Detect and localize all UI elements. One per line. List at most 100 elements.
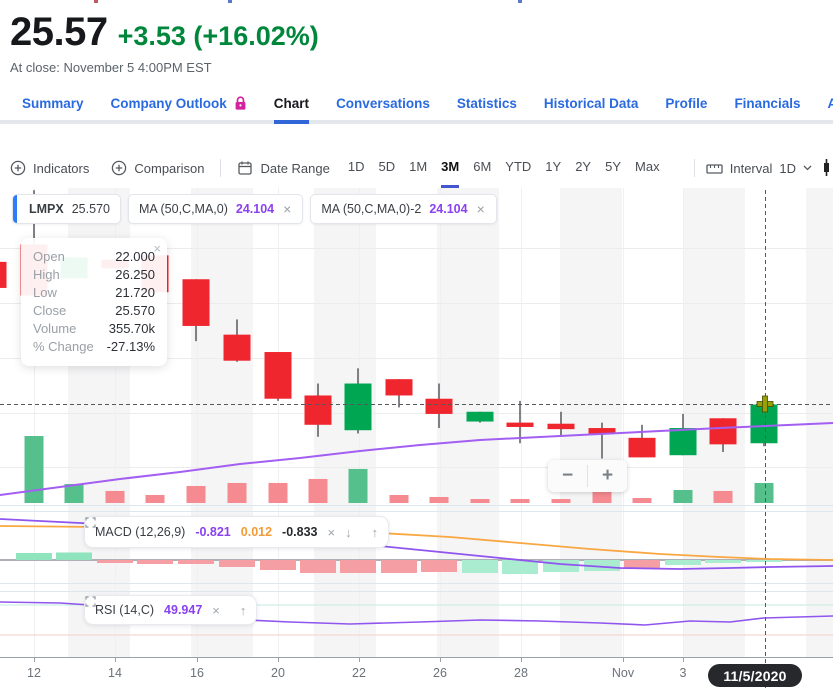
series-color-bar <box>13 195 17 223</box>
range-group: 1D 5D 1M 3M 6M YTD 1Y 2Y 5Y Max <box>348 149 660 188</box>
clipped-nav-remnant <box>518 0 522 3</box>
tooltip-label: Close <box>33 302 66 320</box>
range-button-5y[interactable]: 5Y <box>605 149 621 188</box>
tab-label: Historical Data <box>544 96 639 111</box>
range-button-1y[interactable]: 1Y <box>545 149 561 188</box>
ma-legend-pill[interactable]: MA (50,C,MA,0)-2 24.104 × <box>310 194 496 224</box>
ma-label: MA (50,C,MA,0) <box>139 202 228 216</box>
range-button-1d[interactable]: 1D <box>348 149 365 188</box>
tab-label: Profile <box>665 96 707 111</box>
at-close-note: At close: November 5 4:00PM EST <box>10 60 319 75</box>
tooltip-rows: Open 22.000High26.250Low 21.720 Close 25.570… <box>33 248 155 356</box>
symbol-legend-pill[interactable]: LMPX 25.570 <box>12 194 121 224</box>
rsi-legend-pill[interactable]: RSI (14,C) 49.947 × ↑ <box>84 595 257 625</box>
quote-header: 25.57+3.53 (+16.02%) At close: November … <box>10 10 319 75</box>
close-icon[interactable]: × <box>282 201 292 217</box>
tab-chart[interactable]: Chart <box>274 86 309 124</box>
tooltip-value: 22.000 <box>115 248 155 266</box>
calendar-icon <box>237 160 253 176</box>
macd-legend-pill[interactable]: MACD (12,26,9) -0.821 0.012 -0.833 × ↓ ↑ <box>84 516 389 548</box>
date-range-button[interactable]: Date Range <box>237 160 329 176</box>
ruler-icon <box>706 161 723 176</box>
symbol-label: LMPX <box>29 202 64 216</box>
interval-value: 1D <box>779 161 796 176</box>
symbol-value: 25.570 <box>72 202 110 216</box>
tooltip-value: -27.13% <box>107 338 155 356</box>
rsi-label: RSI (14,C) <box>95 603 154 617</box>
range-button-1m[interactable]: 1M <box>409 149 427 188</box>
ohlc-tooltip: × Open 22.000High26.250Low 21.720 Close 25.5… <box>21 238 167 366</box>
rsi-value: 49.947 <box>164 603 202 617</box>
tab-label: Summary <box>22 96 84 111</box>
tab-financials[interactable]: Financials <box>734 86 800 124</box>
lock-icon <box>234 96 247 111</box>
chart-legend: LMPX 25.570 MA (50,C,MA,0)24.104×MA (50,… <box>12 194 497 224</box>
macd-divergence-value: -0.833 <box>282 525 317 539</box>
tooltip-row: High26.250 <box>33 266 155 284</box>
tab-historical-data[interactable]: Historical Data <box>544 86 639 124</box>
circled-plus-icon <box>10 160 26 176</box>
range-button-5d[interactable]: 5D <box>378 149 395 188</box>
ma-label: MA (50,C,MA,0)-2 <box>321 202 421 216</box>
close-icon[interactable]: × <box>212 603 220 618</box>
tooltip-value: 21.720 <box>115 284 155 302</box>
range-button-ytd[interactable]: YTD <box>505 149 531 188</box>
tooltip-label: Open <box>33 248 65 266</box>
move-down-icon[interactable]: ↓ <box>345 525 352 540</box>
close-icon[interactable]: × <box>476 201 486 217</box>
tooltip-label: Volume <box>33 320 76 338</box>
macd-signal-value: 0.012 <box>241 525 272 539</box>
date-range-label: Date Range <box>260 161 329 176</box>
tab-statistics[interactable]: Statistics <box>457 86 517 124</box>
macd-value: -0.821 <box>195 525 230 539</box>
quote-page: 25.57+3.53 (+16.02%) At close: November … <box>0 0 833 696</box>
ma-legend-pill[interactable]: MA (50,C,MA,0) 24.104 × <box>128 194 303 224</box>
move-up-icon[interactable]: ↑ <box>372 525 379 540</box>
range-button-2y[interactable]: 2Y <box>575 149 591 188</box>
tooltip-label: % Change <box>33 338 94 356</box>
clipped-nav-remnant <box>228 0 232 3</box>
move-up-icon[interactable]: ↑ <box>240 603 247 618</box>
tab-bar: Summary Company Outlook Chart Conversations… <box>0 86 833 124</box>
chart-type-icon[interactable] <box>822 158 833 178</box>
toolbar-divider <box>694 159 695 177</box>
cursor-date-badge: 11/5/2020 <box>708 664 802 687</box>
interval-label: Interval <box>730 161 773 176</box>
tooltip-value: 25.570 <box>115 302 155 320</box>
zoom-out-button[interactable]: − <box>548 460 587 492</box>
tab-label: Statistics <box>457 96 517 111</box>
interval-control[interactable]: Interval 1D <box>694 159 812 177</box>
ma-value: 24.104 <box>236 202 274 216</box>
tooltip-row: Open 22.000 <box>33 248 155 266</box>
tab-profile[interactable]: Profile <box>665 86 707 124</box>
comparison-label: Comparison <box>134 161 204 176</box>
range-button-6m[interactable]: 6M <box>473 149 491 188</box>
tooltip-value: 355.70k <box>109 320 155 338</box>
tab-company-outlook[interactable]: Company Outlook <box>111 86 247 124</box>
tab-label: Conversations <box>336 96 430 111</box>
price-change: +3.53 (+16.02%) <box>118 21 319 51</box>
range-button-3m[interactable]: 3M <box>441 149 459 188</box>
tab-summary[interactable]: Summary <box>22 86 84 124</box>
tooltip-row: Volume 355.70k <box>33 320 155 338</box>
tab-label: Company Outlook <box>111 96 227 111</box>
close-icon[interactable]: × <box>328 525 336 540</box>
chart-canvas[interactable]: LMPX 25.570 MA (50,C,MA,0)24.104×MA (50,… <box>0 188 833 696</box>
indicators-button[interactable]: Indicators <box>10 160 89 176</box>
tooltip-row: Low 21.720 <box>33 284 155 302</box>
range-button-max[interactable]: Max <box>635 149 660 188</box>
chevron-down-icon <box>803 165 812 171</box>
tooltip-label: High <box>33 266 60 284</box>
tab-analysis[interactable]: Analysis <box>827 86 833 124</box>
ma-value: 24.104 <box>429 202 467 216</box>
tooltip-row: Close 25.570 <box>33 302 155 320</box>
close-icon[interactable]: × <box>153 241 161 256</box>
tab-label: Chart <box>274 96 309 111</box>
indicators-label: Indicators <box>33 161 89 176</box>
comparison-button[interactable]: Comparison <box>111 160 204 176</box>
tab-label: Analysis <box>827 96 833 111</box>
zoom-in-button[interactable]: + <box>588 460 627 492</box>
macd-label: MACD (12,26,9) <box>95 525 185 539</box>
tooltip-label: Low <box>33 284 57 302</box>
tab-conversations[interactable]: Conversations <box>336 86 430 124</box>
